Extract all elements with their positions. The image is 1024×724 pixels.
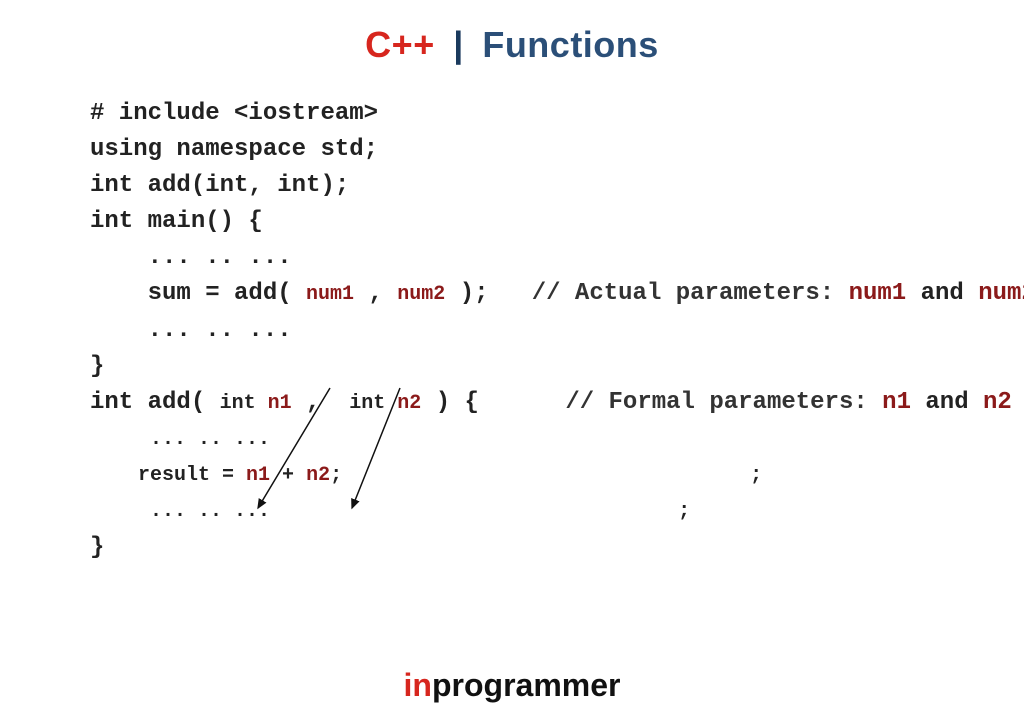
code-block: # include <iostream> using namespace std… (90, 96, 950, 566)
code-line-def-close: } (90, 530, 950, 566)
code-text: , (292, 389, 350, 416)
code-text: , (354, 280, 397, 307)
actual-param-num2: num2 (397, 283, 445, 306)
code-line-prototype: int add(int, int); (90, 168, 950, 204)
code-line-call: sum = add( num1 , num2 ); // Actual para… (90, 276, 950, 313)
title-right: Functions (482, 24, 658, 65)
code-line-include: # include <iostream> (90, 96, 950, 132)
code-line-ellipsis: ... .. ... ; (90, 494, 950, 530)
comment-num1: num1 (849, 280, 907, 307)
code-line-using: using namespace std; (90, 132, 950, 168)
code-line-ellipsis: ... .. ... (90, 422, 950, 458)
code-line-ellipsis: ... .. ... (90, 313, 950, 349)
code-text: + (270, 464, 306, 487)
comment-n2: n2 (983, 389, 1012, 416)
title-pipe: | (453, 24, 464, 65)
title-left: C++ (365, 24, 435, 65)
formal-param-n1: n1 (268, 392, 292, 415)
formal-type2: int (349, 392, 397, 415)
code-text: sum = add( (90, 280, 306, 307)
comment-formal: // Formal parameters: (479, 389, 882, 416)
comment-num2: num2 (978, 280, 1024, 307)
result-n2: n2 (306, 464, 330, 487)
code-line-ellipsis: ... .. ... (90, 240, 950, 276)
code-text: and (906, 280, 978, 307)
code-line-main-close: } (90, 349, 950, 385)
stray-semi: ; (270, 500, 690, 523)
formal-type1: int (220, 392, 268, 415)
result-n1: n1 (246, 464, 270, 487)
comment-actual: // Actual parameters: (489, 280, 849, 307)
code-line-def: int add( int n1 , int n2 ) { // Formal p… (90, 385, 950, 422)
code-text: ) { (421, 389, 479, 416)
code-text: ); (445, 280, 488, 307)
stray-semi: ; (342, 464, 762, 487)
code-text: and (911, 389, 983, 416)
code-text: ... .. ... (90, 500, 270, 523)
code-text: int add( (90, 389, 220, 416)
footer-brand: inprogrammer (0, 667, 1024, 704)
code-text: result = (90, 464, 246, 487)
code-line-main-open: int main() { (90, 204, 950, 240)
page-title: C++ | Functions (0, 0, 1024, 66)
comment-n1: n1 (882, 389, 911, 416)
formal-param-n2: n2 (397, 392, 421, 415)
footer-in: in (404, 667, 432, 703)
code-text: ; (330, 464, 342, 487)
footer-rest: programmer (432, 667, 621, 703)
actual-param-num1: num1 (306, 283, 354, 306)
code-line-result: result = n1 + n2; ; (90, 458, 950, 494)
